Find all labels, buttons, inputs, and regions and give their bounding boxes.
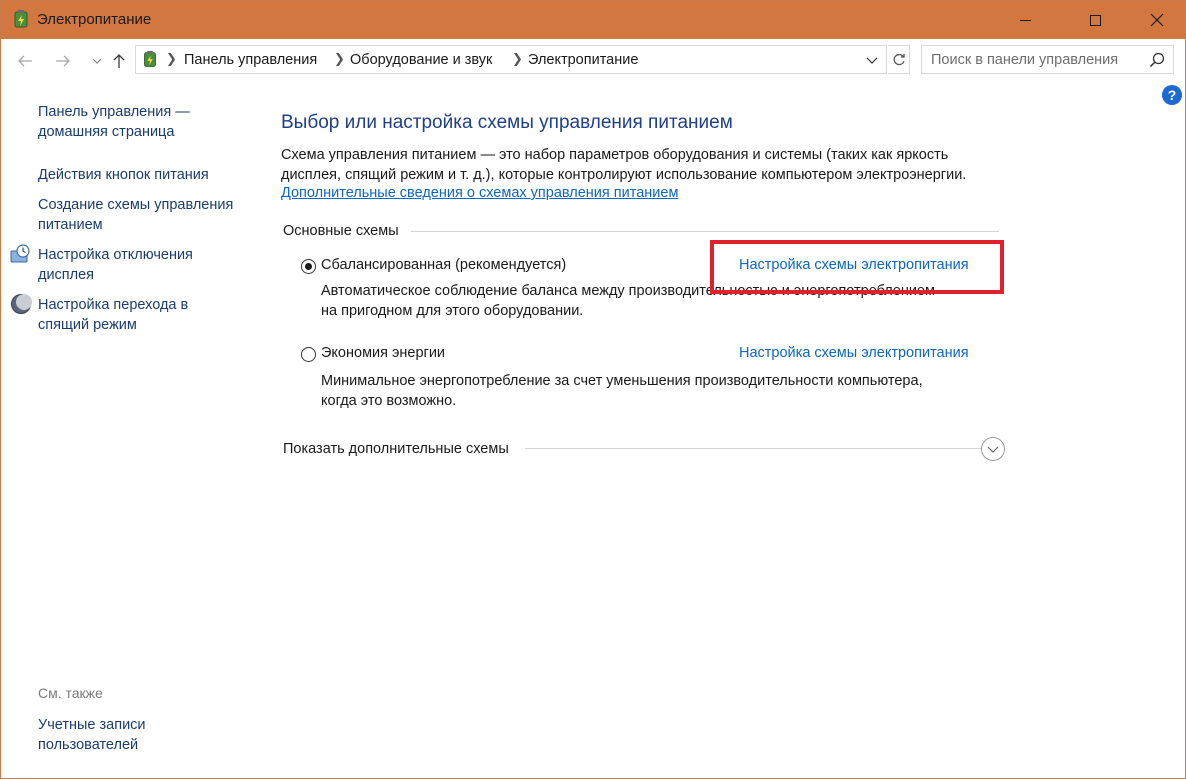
search-input[interactable] (922, 46, 1144, 73)
refresh-icon (893, 53, 905, 65)
address-bar[interactable]: ❯ Панель управления ❯ Оборудование и зву… (135, 45, 887, 74)
breadcrumb-separator-icon[interactable]: ❯ (512, 51, 523, 67)
minimize-button[interactable] (1002, 1, 1048, 39)
page-title: Выбор или настройка схемы управления пит… (281, 112, 733, 133)
sidebar-item-label: пользователей (38, 737, 139, 753)
plan-power-saver-description: Минимальное энергопотребление за счет ум… (321, 371, 991, 411)
plan-description-line: на пригодном для этого оборудовании. (321, 303, 584, 319)
close-button[interactable] (1134, 1, 1180, 39)
minimize-icon (1019, 19, 1031, 21)
address-dropdown-button[interactable] (862, 50, 882, 70)
sidebar-item-label: дисплея (38, 267, 95, 283)
help-button[interactable]: ? (1162, 85, 1182, 105)
arrow-up-icon (113, 54, 125, 68)
plan-description-line: когда это возможно. (321, 393, 457, 409)
chevron-down-icon (987, 446, 999, 453)
sidebar-item-sleep[interactable]: Настройка перехода в спящий режим (38, 295, 188, 335)
plan-balanced-description: Автоматическое соблюдение баланса между … (321, 281, 991, 321)
group-label: Основные схемы (283, 223, 405, 239)
group-divider (411, 231, 999, 232)
breadcrumb-separator-icon[interactable]: ❯ (334, 51, 345, 67)
close-icon (1150, 13, 1164, 27)
arrow-right-icon (56, 55, 70, 67)
breadcrumb-separator-icon[interactable]: ❯ (166, 51, 177, 67)
breadcrumb-hardware-sound[interactable]: Оборудование и звук (350, 52, 492, 68)
refresh-button[interactable] (888, 45, 910, 74)
power-options-window: Электропитание ❯ Панель управления ❯ Обо… (0, 0, 1186, 779)
page-description-line-2: дисплея, спящий режим и т. д.), которые … (281, 166, 967, 183)
sidebar-item-power-buttons[interactable]: Действия кнопок питания (38, 165, 209, 185)
sidebar-item-label: спящий режим (38, 317, 137, 333)
page-description: Схема управления питанием — это набор па… (281, 146, 1021, 185)
up-button[interactable] (109, 51, 129, 71)
forward-button[interactable] (53, 51, 73, 71)
search-box (921, 45, 1174, 74)
plan-description-line: Автоматическое соблюдение баланса между … (321, 283, 935, 299)
sidebar-home-link-line-1: Панель управления — (38, 104, 190, 120)
sidebar-home-link-line-2: домашняя страница (38, 124, 175, 140)
plan-power-saver-name[interactable]: Экономия энергии (321, 345, 445, 361)
sidebar-item-label: питанием (38, 217, 103, 233)
power-options-icon (14, 10, 28, 28)
plan-balanced-name[interactable]: Сбалансированная (рекомендуется) (321, 257, 566, 273)
recent-locations-button[interactable] (87, 51, 107, 71)
page-description-line-1: Схема управления питанием — это набор па… (281, 147, 949, 163)
sidebar-item-label: Учетные записи (38, 717, 146, 733)
sidebar-home-link[interactable]: Панель управления — домашняя страница (38, 102, 190, 142)
power-options-icon (144, 50, 156, 67)
sidebar-item-display-off[interactable]: Настройка отключения дисплея (38, 245, 193, 285)
plan-power-saver-settings-link[interactable]: Настройка схемы электропитания (739, 345, 969, 361)
plan-description-line: Минимальное энергопотребление за счет ум… (321, 373, 923, 389)
sidebar-item-label: Настройка отключения (38, 247, 193, 263)
more-plans-divider (525, 448, 981, 449)
more-info-link[interactable]: Дополнительные сведения о схемах управле… (281, 185, 678, 201)
maximize-icon (1089, 14, 1101, 26)
sidebar-item-label: Создание схемы управления (38, 197, 234, 213)
window-title: Электропитание (37, 11, 152, 28)
breadcrumb-control-panel[interactable]: Панель управления (184, 52, 317, 68)
chevron-down-icon (92, 58, 102, 64)
expand-more-plans-button[interactable] (981, 437, 1005, 461)
display-clock-icon (10, 244, 30, 263)
arrow-left-icon (18, 55, 32, 67)
sidebar-user-accounts-link[interactable]: Учетные записи пользователей (38, 715, 146, 755)
maximize-button[interactable] (1072, 1, 1118, 39)
see-also-label: См. также (38, 685, 103, 701)
moon-icon (11, 294, 32, 314)
sidebar-item-label: Настройка перехода в (38, 297, 189, 313)
radio-selected-dot (305, 263, 312, 270)
navigation-bar: ❯ Панель управления ❯ Оборудование и зву… (1, 39, 1185, 81)
back-button[interactable] (15, 51, 35, 71)
sidebar-item-create-plan[interactable]: Создание схемы управления питанием (38, 195, 233, 235)
plan-power-saver-radio[interactable] (301, 347, 316, 362)
plan-balanced-radio[interactable] (301, 259, 316, 274)
chevron-down-icon (866, 57, 878, 64)
sidebar-item-label: Действия кнопок питания (38, 167, 209, 183)
plan-balanced-settings-link[interactable]: Настройка схемы электропитания (739, 257, 969, 273)
breadcrumb-power-options[interactable]: Электропитание (528, 52, 638, 68)
search-icon[interactable] (1149, 52, 1165, 68)
show-more-plans-label[interactable]: Показать дополнительные схемы (283, 441, 515, 457)
title-bar: Электропитание (1, 1, 1185, 39)
